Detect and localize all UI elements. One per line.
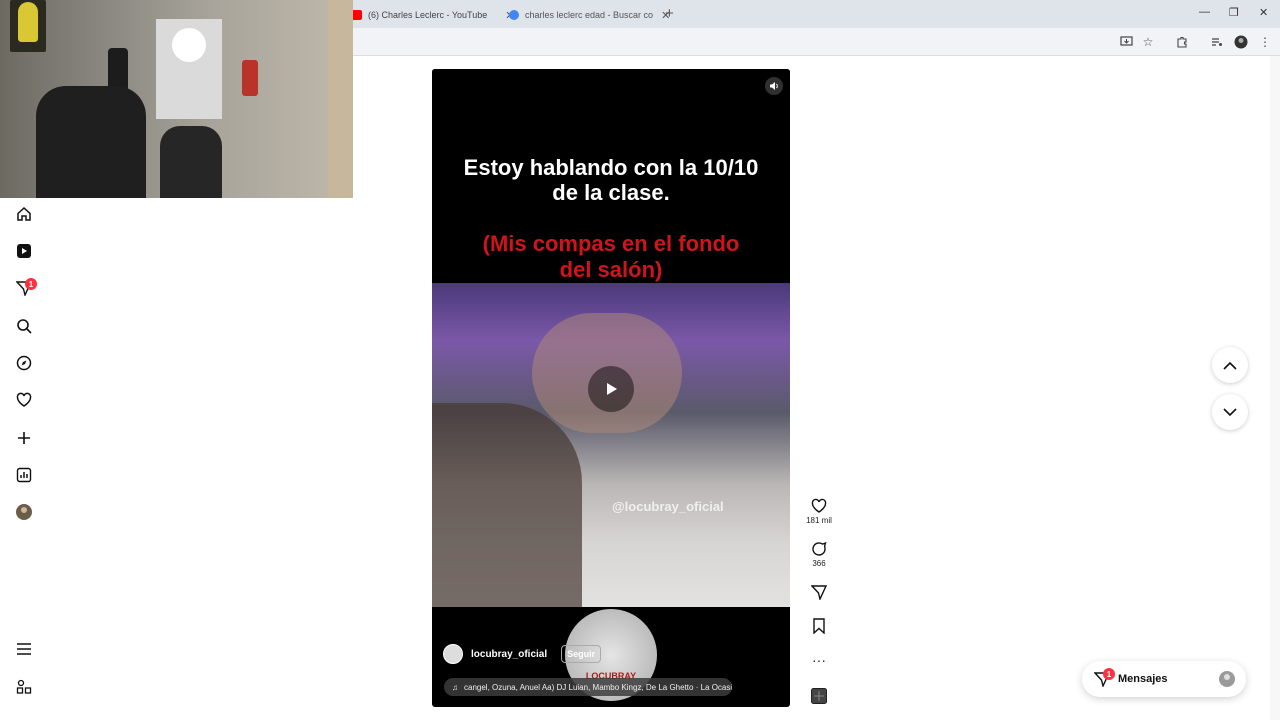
caption-red-line: (Mis compas en el fondo bbox=[482, 231, 740, 256]
search-icon[interactable] bbox=[14, 316, 34, 336]
caption-line: Estoy hablando con la 10/10 bbox=[463, 155, 759, 180]
bookmark-icon[interactable] bbox=[812, 618, 826, 635]
author-name[interactable]: locubray_oficial bbox=[471, 649, 547, 660]
music-note-icon: ♫ bbox=[452, 682, 458, 692]
share-action[interactable] bbox=[806, 584, 832, 602]
helmet-poster bbox=[18, 2, 38, 42]
like-heart-icon[interactable] bbox=[811, 498, 827, 514]
extensions-icon[interactable] bbox=[1174, 34, 1190, 50]
reel-caption: Estoy hablando con la 10/10 de la clase. bbox=[432, 155, 790, 205]
reel-caption-red: (Mis compas en el fondo del salón) bbox=[432, 231, 790, 283]
next-reel-button[interactable] bbox=[1212, 394, 1248, 430]
page-scrollbar[interactable] bbox=[1270, 56, 1280, 720]
audio-track[interactable]: ♫ cangel, Ozuna, Anuel Aa) DJ Luian, Mam… bbox=[444, 678, 732, 696]
messages-badge: 1 bbox=[25, 278, 37, 290]
comment-icon[interactable] bbox=[811, 541, 827, 557]
follow-button[interactable]: Seguir bbox=[561, 645, 602, 663]
author-avatar[interactable] bbox=[443, 644, 463, 664]
profile-icon[interactable] bbox=[1233, 34, 1249, 50]
audio-thumbnail[interactable] bbox=[806, 688, 832, 706]
reels-icon[interactable] bbox=[14, 241, 34, 261]
previous-reel-button[interactable] bbox=[1212, 347, 1248, 383]
youtube-favicon-icon bbox=[352, 10, 362, 20]
explore-icon[interactable] bbox=[14, 353, 34, 373]
video-person bbox=[432, 403, 582, 607]
poster-light bbox=[172, 28, 206, 62]
reel-video-frame[interactable] bbox=[432, 283, 790, 607]
more-apps-icon[interactable] bbox=[14, 677, 34, 697]
bookmark-star-icon[interactable]: ☆ bbox=[1140, 34, 1156, 50]
f1-car-model-red bbox=[242, 60, 258, 96]
google-favicon-icon bbox=[509, 10, 519, 20]
install-app-icon[interactable] bbox=[1118, 34, 1134, 50]
chevron-down-icon bbox=[1223, 407, 1237, 416]
reel-player[interactable]: Estoy hablando con la 10/10 de la clase.… bbox=[432, 69, 790, 707]
reel-author: locubray_oficial Seguir bbox=[443, 644, 602, 664]
caption-line: de la clase. bbox=[552, 180, 670, 205]
home-icon[interactable] bbox=[14, 204, 34, 224]
new-tab-button[interactable]: + bbox=[665, 5, 674, 22]
create-plus-icon[interactable] bbox=[14, 428, 34, 448]
messages-button[interactable]: 1 Mensajes bbox=[1082, 661, 1246, 697]
browser-menu-icon[interactable]: ⋮ bbox=[1257, 34, 1273, 50]
video-watermark: @locubray_oficial bbox=[612, 499, 724, 514]
menu-icon[interactable] bbox=[14, 639, 34, 659]
dashboard-icon[interactable] bbox=[14, 465, 34, 485]
person-silhouette bbox=[160, 126, 222, 198]
messages-avatar bbox=[1219, 671, 1235, 687]
wall-door bbox=[328, 0, 353, 198]
audio-track-label: cangel, Ozuna, Anuel Aa) DJ Luian, Mambo… bbox=[464, 682, 732, 692]
like-action[interactable]: 181 mil bbox=[806, 498, 832, 525]
profile-avatar[interactable] bbox=[14, 502, 34, 522]
more-options-icon[interactable]: ··· bbox=[806, 653, 832, 667]
tab-title: (6) Charles Leclerc - YouTube bbox=[368, 10, 488, 20]
chevron-up-icon bbox=[1223, 361, 1237, 370]
media-control-icon[interactable] bbox=[1209, 34, 1225, 50]
share-icon[interactable] bbox=[810, 584, 828, 602]
minimize-button[interactable]: — bbox=[1199, 6, 1210, 18]
tab-youtube[interactable]: (6) Charles Leclerc - YouTube ✕ bbox=[352, 4, 514, 26]
comment-count: 366 bbox=[812, 559, 826, 568]
caption-red-line: del salón) bbox=[559, 257, 663, 282]
comment-action[interactable]: 366 bbox=[806, 541, 832, 568]
messages-button-badge: 1 bbox=[1103, 668, 1115, 680]
tab-title: charles leclerc edad - Buscar co bbox=[525, 10, 654, 20]
tab-google-search[interactable]: charles leclerc edad - Buscar co ✕ bbox=[509, 4, 670, 26]
volume-icon[interactable] bbox=[765, 77, 783, 95]
play-button[interactable] bbox=[588, 366, 634, 412]
notifications-heart-icon[interactable] bbox=[14, 390, 34, 410]
save-action[interactable] bbox=[806, 618, 832, 636]
messages-label: Mensajes bbox=[1118, 673, 1168, 685]
gaming-chair bbox=[36, 86, 146, 198]
close-window-button[interactable]: ✕ bbox=[1259, 6, 1268, 19]
restore-button[interactable]: ❐ bbox=[1229, 6, 1239, 19]
webcam-overlay bbox=[0, 0, 353, 198]
like-count: 181 mil bbox=[806, 516, 832, 525]
